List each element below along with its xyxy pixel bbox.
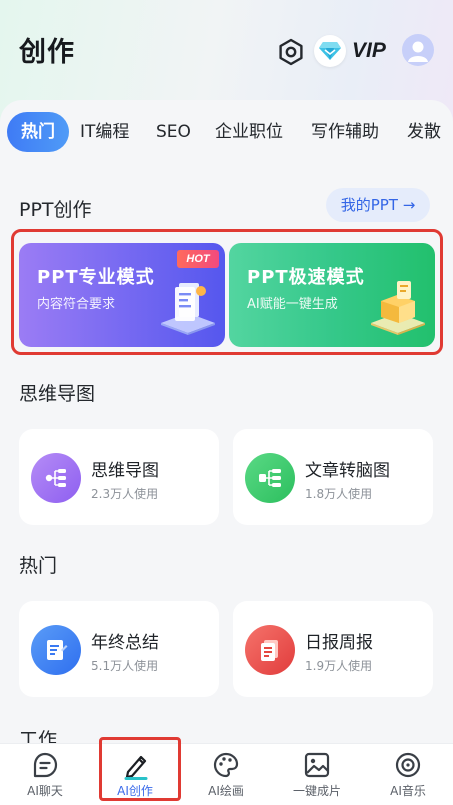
nav-highlight-frame xyxy=(99,737,181,801)
settings-gear-icon[interactable] xyxy=(277,38,305,66)
ppt-fast-title: PPT极速模式 xyxy=(247,267,365,288)
nav-item-ai-chat[interactable]: AI聊天 xyxy=(0,744,90,805)
tab-diverge[interactable]: 发散 xyxy=(407,112,441,152)
tab-enterprise-jobs[interactable]: 企业职位 xyxy=(215,112,283,152)
ppt-fast-mode-card[interactable]: PPT极速模式 AI赋能一键生成 xyxy=(229,243,435,347)
nav-item-ai-music[interactable]: AI音乐 xyxy=(363,744,453,805)
tool-name: 思维导图 xyxy=(91,461,159,481)
page-title: 创作 xyxy=(19,37,75,68)
tool-name: 年终总结 xyxy=(91,633,159,653)
tool-card-year-end-summary[interactable]: 年终总结 5.1万人使用 xyxy=(19,601,219,697)
tool-usage: 1.9万人使用 xyxy=(305,659,373,673)
nav-label: AI聊天 xyxy=(27,784,63,798)
nav-label: AI绘画 xyxy=(208,784,244,798)
tool-card-mindmap[interactable]: 思维导图 2.3万人使用 xyxy=(19,429,219,525)
report-icon xyxy=(245,625,295,675)
my-ppt-button[interactable]: 我的PPT → xyxy=(326,188,430,222)
folder-stack-icon xyxy=(367,273,429,339)
diamond-icon xyxy=(314,35,346,67)
tab-writing-assist[interactable]: 写作辅助 xyxy=(311,112,379,152)
hot-badge: HOT xyxy=(177,250,219,268)
palette-icon xyxy=(213,752,239,778)
hot-section-title: 热门 xyxy=(19,555,58,577)
tab-it-programming[interactable]: IT编程 xyxy=(80,112,129,152)
bottom-nav: AI聊天 AI创作 AI绘画 一键成片 AI音乐 xyxy=(0,743,453,805)
tool-card-daily-weekly-report[interactable]: 日报周报 1.9万人使用 xyxy=(233,601,433,697)
article-mindmap-icon xyxy=(245,453,295,503)
avatar[interactable] xyxy=(402,34,434,66)
nav-item-one-click-video[interactable]: 一键成片 xyxy=(272,744,362,805)
mindmap-icon xyxy=(31,453,81,503)
nav-label: AI音乐 xyxy=(390,784,426,798)
nav-item-ai-paint[interactable]: AI绘画 xyxy=(181,744,271,805)
image-icon xyxy=(304,752,330,778)
vip-label: VIP xyxy=(352,39,386,62)
header: 创作 VIP xyxy=(0,0,453,100)
tool-card-article-to-mindmap[interactable]: 文章转脑图 1.8万人使用 xyxy=(233,429,433,525)
tool-usage: 1.8万人使用 xyxy=(305,487,373,501)
document-stack-icon xyxy=(157,273,219,339)
tool-name: 文章转脑图 xyxy=(305,461,390,481)
document-edit-icon xyxy=(31,625,81,675)
tab-seo[interactable]: SEO xyxy=(156,112,191,152)
category-tabs: 热门 IT编程 SEO 企业职位 写作辅助 发散 xyxy=(0,112,453,154)
tool-usage: 2.3万人使用 xyxy=(91,487,159,501)
chat-icon xyxy=(33,752,58,778)
tool-usage: 5.1万人使用 xyxy=(91,659,159,673)
tool-name: 日报周报 xyxy=(305,633,373,653)
mindmap-section-title: 思维导图 xyxy=(19,383,96,405)
music-disc-icon xyxy=(395,752,421,778)
ppt-pro-mode-card[interactable]: PPT专业模式 内容符合要求 HOT xyxy=(19,243,225,347)
ppt-pro-title: PPT专业模式 xyxy=(37,267,155,288)
ppt-pro-subtitle: 内容符合要求 xyxy=(37,297,116,312)
tab-hot[interactable]: 热门 xyxy=(7,112,69,152)
nav-label: 一键成片 xyxy=(292,784,341,798)
ppt-fast-subtitle: AI赋能一键生成 xyxy=(247,297,338,312)
ppt-section-title: PPT创作 xyxy=(19,199,92,221)
vip-button[interactable]: VIP xyxy=(314,35,398,67)
